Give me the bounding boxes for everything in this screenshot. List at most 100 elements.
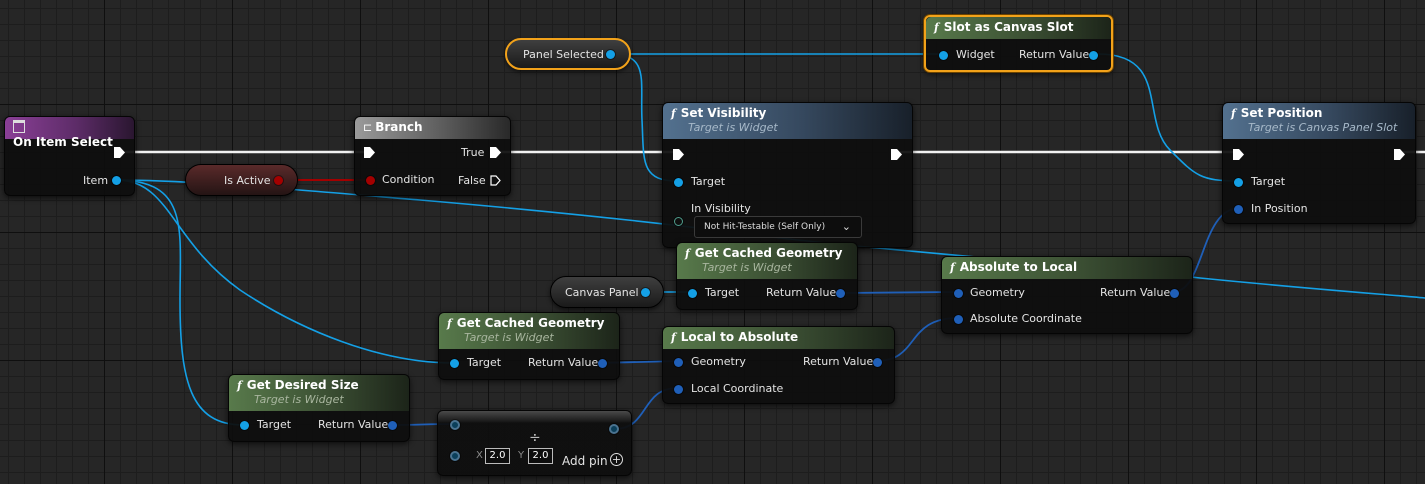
canvas-panel-out-pin[interactable]	[641, 288, 650, 297]
dropdown-value: Not Hit-Testable (Self Only)	[704, 222, 826, 232]
condition-pin[interactable]	[366, 176, 375, 185]
target-pin-label: Target	[257, 418, 292, 431]
absolute-coordinate-label: Absolute Coordinate	[970, 312, 1082, 325]
node-subtitle: Target is Widget	[464, 331, 554, 344]
exec-in-pin[interactable]	[673, 149, 684, 160]
return-pin-label: Return Value	[1019, 48, 1090, 61]
y-axis-label: Y	[518, 450, 525, 461]
in-visibility-pin[interactable]	[674, 217, 683, 226]
set-position-node[interactable]: f Set Position Target is Canvas Panel Slo…	[1222, 102, 1416, 224]
x-value-input[interactable]: 2.0	[485, 448, 510, 464]
node-title: Get Desired Size	[246, 378, 359, 392]
visibility-dropdown[interactable]: Not Hit-Testable (Self Only) ⌄	[694, 216, 862, 238]
exec-in-pin[interactable]	[364, 147, 375, 158]
function-icon: f	[685, 247, 690, 260]
function-icon: f	[447, 317, 452, 330]
target-pin[interactable]	[1234, 178, 1243, 187]
return-value-pin[interactable]	[598, 359, 607, 368]
node-subtitle: Target is Widget	[702, 261, 792, 274]
exec-out-pin[interactable]	[1394, 149, 1405, 160]
branch-node[interactable]: ⊏ Branch True Condition False	[354, 116, 511, 196]
target-pin-label: Target	[467, 356, 502, 369]
return-pin-label: Return Value	[1100, 286, 1171, 299]
node-title: Absolute to Local	[959, 260, 1078, 274]
add-pin-label[interactable]: Add pin	[562, 454, 608, 468]
in-position-pin[interactable]	[1234, 205, 1243, 214]
target-pin[interactable]	[450, 359, 459, 368]
variable-label: Canvas Panel	[565, 286, 639, 299]
target-pin[interactable]	[688, 289, 697, 298]
return-value-pin[interactable]	[1089, 51, 1098, 60]
result-out-pin[interactable]	[609, 424, 619, 434]
in-visibility-label: In Visibility	[691, 202, 751, 215]
target-pin-label: Target	[691, 175, 726, 188]
local-coordinate-label: Local Coordinate	[691, 382, 784, 395]
exec-out-pin[interactable]	[891, 149, 902, 160]
object-wire	[115, 179, 244, 426]
false-pin-label: False	[458, 174, 486, 187]
in-position-label: In Position	[1251, 202, 1308, 215]
node-subtitle: Target is Widget	[254, 393, 344, 406]
variable-label: Panel Selected	[523, 48, 604, 61]
return-value-pin[interactable]	[873, 358, 882, 367]
function-icon: f	[237, 379, 242, 392]
node-title: Get Cached Geometry	[456, 316, 605, 330]
geometry-pin-label: Geometry	[691, 355, 746, 368]
widget-pin-label: Widget	[956, 48, 995, 61]
target-pin[interactable]	[674, 178, 683, 187]
node-title: Slot as Canvas Slot	[943, 20, 1074, 34]
is-active-variable-node[interactable]: Is Active	[185, 164, 298, 196]
return-value-pin[interactable]	[836, 289, 845, 298]
node-title: On Item Select	[13, 135, 113, 149]
panel-selected-variable-node[interactable]: Panel Selected	[505, 38, 631, 70]
function-icon: f	[950, 261, 955, 274]
condition-pin-label: Condition	[382, 173, 435, 186]
true-pin-label: True	[461, 146, 485, 159]
node-title: Branch	[375, 120, 423, 134]
node-subtitle: Target is Canvas Panel Slot	[1248, 121, 1398, 134]
add-icon[interactable]: +	[610, 453, 623, 466]
x-axis-label: X	[476, 450, 483, 461]
node-title: Set Position	[1240, 106, 1323, 120]
geometry-pin-label: Geometry	[970, 286, 1025, 299]
local-coordinate-pin[interactable]	[674, 385, 683, 394]
a-input-pin[interactable]	[450, 420, 460, 430]
absolute-to-local-node[interactable]: f Absolute to Local Geometry Return Value…	[941, 256, 1193, 334]
false-exec-pin[interactable]	[490, 175, 501, 186]
b-input-pin[interactable]	[450, 451, 460, 461]
divide-icon: ÷	[529, 430, 541, 446]
absolute-coordinate-pin[interactable]	[954, 315, 963, 324]
is-active-out-pin[interactable]	[274, 176, 283, 185]
get-desired-size-node[interactable]: f Get Desired Size Target is Widget Targe…	[228, 374, 410, 442]
return-pin-label: Return Value	[318, 418, 389, 431]
geometry-pin[interactable]	[954, 289, 963, 298]
return-pin-label: Return Value	[803, 355, 874, 368]
widget-pin[interactable]	[939, 51, 948, 60]
return-pin-label: Return Value	[766, 286, 837, 299]
variable-label: Is Active	[224, 174, 271, 187]
get-cached-geometry-node[interactable]: f Get Cached Geometry Target is Widget Ta…	[438, 312, 620, 380]
y-value-input[interactable]: 2.0	[528, 448, 553, 464]
item-pin[interactable]	[112, 176, 121, 185]
set-visibility-node[interactable]: f Set Visibility Target is Widget Target …	[662, 102, 913, 248]
canvas-panel-variable-node[interactable]: Canvas Panel	[550, 276, 664, 308]
node-title: Set Visibility	[680, 106, 767, 120]
get-cached-geometry-node[interactable]: f Get Cached Geometry Target is Widget Ta…	[676, 242, 858, 310]
on-item-select-node[interactable]: On Item Select Item	[4, 116, 135, 196]
geometry-pin[interactable]	[674, 358, 683, 367]
node-title: Local to Absolute	[680, 330, 799, 344]
target-pin[interactable]	[240, 421, 249, 430]
branch-icon: ⊏	[363, 121, 373, 134]
slot-as-canvas-slot-node[interactable]: f Slot as Canvas Slot Widget Return Value	[924, 15, 1113, 72]
panel-selected-out-pin[interactable]	[606, 50, 615, 59]
item-pin-label: Item	[83, 174, 109, 187]
true-exec-pin[interactable]	[490, 147, 501, 158]
return-pin-label: Return Value	[528, 356, 599, 369]
return-value-pin[interactable]	[1170, 289, 1179, 298]
return-value-pin[interactable]	[388, 421, 397, 430]
exec-in-pin[interactable]	[1233, 149, 1244, 160]
local-to-absolute-node[interactable]: f Local to Absolute Geometry Return Value…	[662, 326, 895, 404]
function-icon: f	[671, 107, 676, 120]
exec-out-pin[interactable]	[114, 147, 125, 158]
divide-node[interactable]: ÷ X 2.0 Y 2.0 Add pin +	[437, 410, 632, 476]
